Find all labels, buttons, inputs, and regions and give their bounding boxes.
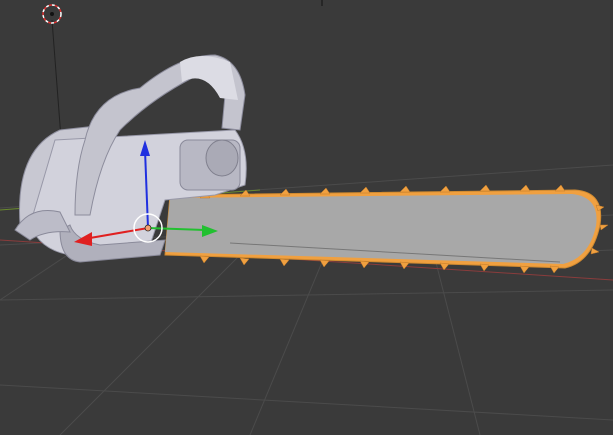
pivot-point: [144, 224, 152, 232]
3d-viewport[interactable]: [0, 0, 613, 435]
viewport-canvas[interactable]: [0, 0, 613, 435]
chainsaw-bar[interactable]: [164, 184, 609, 274]
